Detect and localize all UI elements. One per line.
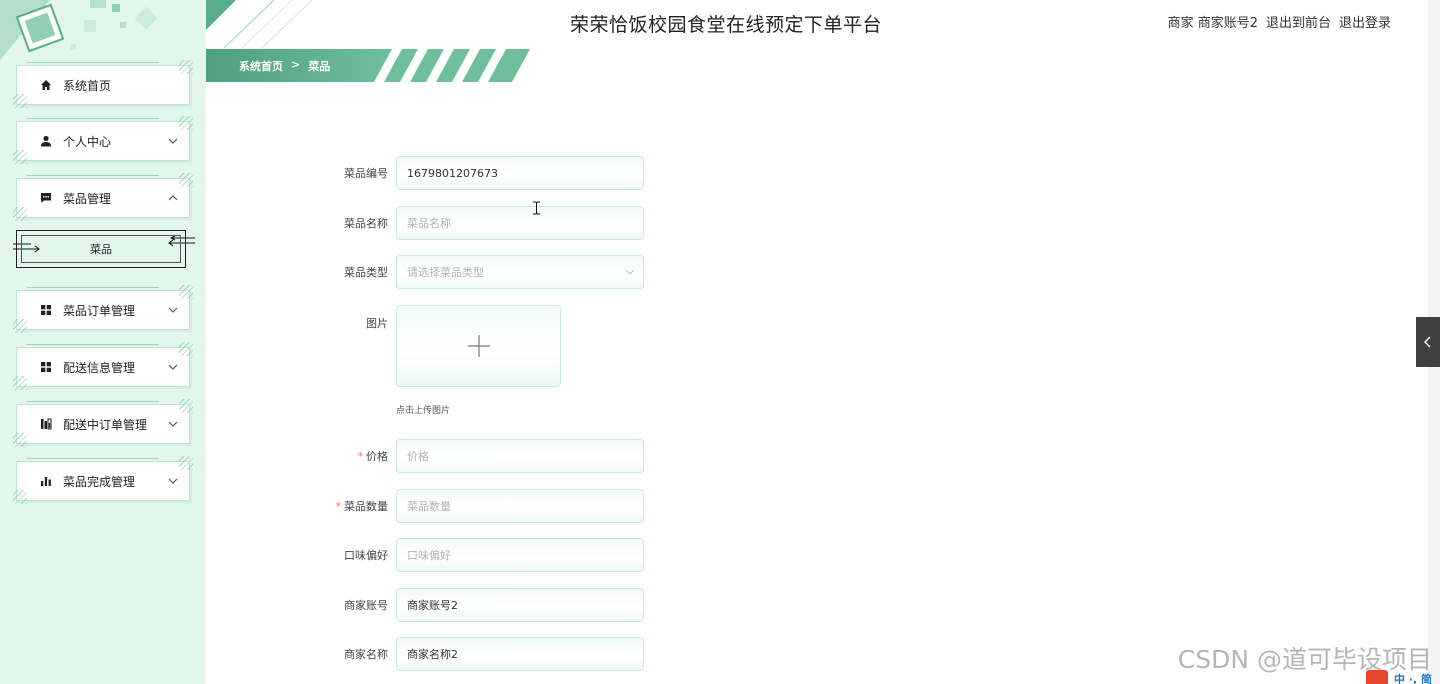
text-cursor-icon [533, 201, 540, 215]
quantity-input[interactable] [396, 489, 644, 523]
form-row-merchant-account: 商家账号 [330, 588, 644, 622]
sidebar-item-label: 配送中订单管理 [63, 417, 148, 432]
arrow-left-icon [168, 235, 195, 247]
dish-name-input[interactable] [396, 206, 644, 240]
tray-logo-icon [1366, 670, 1388, 684]
chevron-down-icon [168, 364, 178, 370]
dish-name-label: 菜品名称 [344, 217, 388, 230]
sidebar-subitem-dish[interactable]: 菜品 [13, 230, 195, 268]
price-input[interactable] [396, 439, 644, 473]
sidebar-item-label: 菜品订单管理 [63, 303, 136, 318]
taste-input[interactable] [396, 538, 644, 572]
dish-no-input[interactable] [396, 156, 644, 190]
logout-link[interactable]: 退出登录 [1339, 12, 1391, 31]
bar-chart-icon [39, 474, 53, 488]
sidebar-item-label: 菜品完成管理 [63, 474, 136, 489]
sidebar-item-label: 个人中心 [63, 134, 112, 149]
price-label: * 价格 [330, 448, 389, 464]
form-row-image: 图片 [330, 305, 561, 387]
taste-label: 口味偏好 [344, 549, 388, 562]
upload-tip: 点击上传图片 [396, 406, 451, 416]
sidebar-item-delivery-info-management[interactable]: 配送信息管理 [13, 342, 193, 390]
form-row-quantity: * 菜品数量 [330, 489, 644, 523]
sidebar-item-label: 菜品管理 [63, 191, 112, 206]
breadcrumb-current: 菜品 [308, 60, 331, 73]
header-decoration [206, 0, 313, 48]
back-to-front-link[interactable]: 退出到前台 [1266, 12, 1331, 31]
sidebar: 系统首页 个人中心 菜品管理 菜品 菜品订单管理 配送信息管理 配送中订单管理 … [0, 0, 206, 684]
page-title: 荣荣恰饭校园食堂在线预定下单平台 [570, 14, 883, 36]
chart-icon [39, 417, 53, 431]
image-label: 图片 [366, 317, 388, 330]
sidebar-item-dish-order-management[interactable]: 菜品订单管理 [13, 285, 193, 333]
plus-icon [467, 335, 490, 357]
form-row-merchant-name: 商家名称 [330, 637, 644, 671]
chevron-down-icon [168, 421, 178, 427]
form-row-taste: 口味偏好 [330, 538, 644, 572]
quantity-label-text: 菜品数量 [344, 500, 388, 513]
sidebar-item-dish-completion-management[interactable]: 菜品完成管理 [13, 456, 193, 504]
image-upload-box[interactable] [396, 305, 561, 387]
user-icon [39, 134, 53, 148]
grid-icon [39, 360, 53, 374]
sidebar-subitem-label: 菜品 [90, 243, 112, 256]
sidebar-item-home[interactable]: 系统首页 [13, 60, 193, 108]
required-mark: * [357, 450, 364, 463]
chevron-down-icon [168, 138, 178, 144]
merchant-account-input[interactable] [396, 588, 644, 622]
user-name: 商家账号2 [1197, 16, 1258, 31]
sidebar-item-label: 系统首页 [63, 78, 112, 93]
dish-no-label: 菜品编号 [344, 167, 388, 180]
chevron-down-icon [168, 478, 178, 484]
form-row-dish-no: 菜品编号 [330, 156, 644, 190]
sidebar-item-dish-management[interactable]: 菜品管理 [13, 173, 193, 221]
sidebar-item-delivering-order-management[interactable]: 配送中订单管理 [13, 399, 193, 447]
dish-type-label: 菜品类型 [344, 266, 388, 279]
sidebar-decoration [0, 0, 158, 60]
side-panel-toggle[interactable] [1416, 317, 1440, 367]
form-row-dish-type: 菜品类型 请选择菜品类型 [330, 255, 644, 289]
breadcrumb: 系统首页 > 菜品 [239, 58, 330, 74]
merchant-account-label: 商家账号 [344, 599, 388, 612]
chevron-down-icon [168, 307, 178, 313]
chevron-down-icon [625, 269, 635, 275]
required-mark: * [335, 500, 342, 513]
form-row-dish-name: 菜品名称 [330, 206, 644, 240]
user-role: 商家 [1167, 16, 1194, 31]
chevron-left-icon [1424, 336, 1431, 348]
grid-icon [39, 303, 53, 317]
dish-type-placeholder: 请选择菜品类型 [407, 266, 484, 279]
chevron-up-icon [168, 195, 178, 201]
sidebar-item-personal-center[interactable]: 个人中心 [13, 116, 193, 164]
merchant-name-input[interactable] [396, 637, 644, 671]
home-icon [39, 78, 53, 92]
form-row-price: * 价格 [330, 439, 644, 473]
breadcrumb-home[interactable]: 系统首页 [239, 58, 283, 74]
arrow-right-icon [13, 243, 40, 253]
merchant-name-label: 商家名称 [344, 648, 388, 661]
breadcrumb-separator: > [291, 58, 301, 71]
price-label-text: 价格 [366, 450, 388, 463]
tray-ime-text: 中 ·, 简 [1393, 673, 1432, 684]
message-icon [39, 191, 53, 205]
dish-type-select[interactable]: 请选择菜品类型 [396, 255, 644, 289]
sidebar-item-label: 配送信息管理 [63, 360, 136, 375]
header-user-menu: 商家 商家账号2 退出到前台 退出登录 [1168, 12, 1391, 31]
quantity-label: * 菜品数量 [330, 498, 389, 514]
